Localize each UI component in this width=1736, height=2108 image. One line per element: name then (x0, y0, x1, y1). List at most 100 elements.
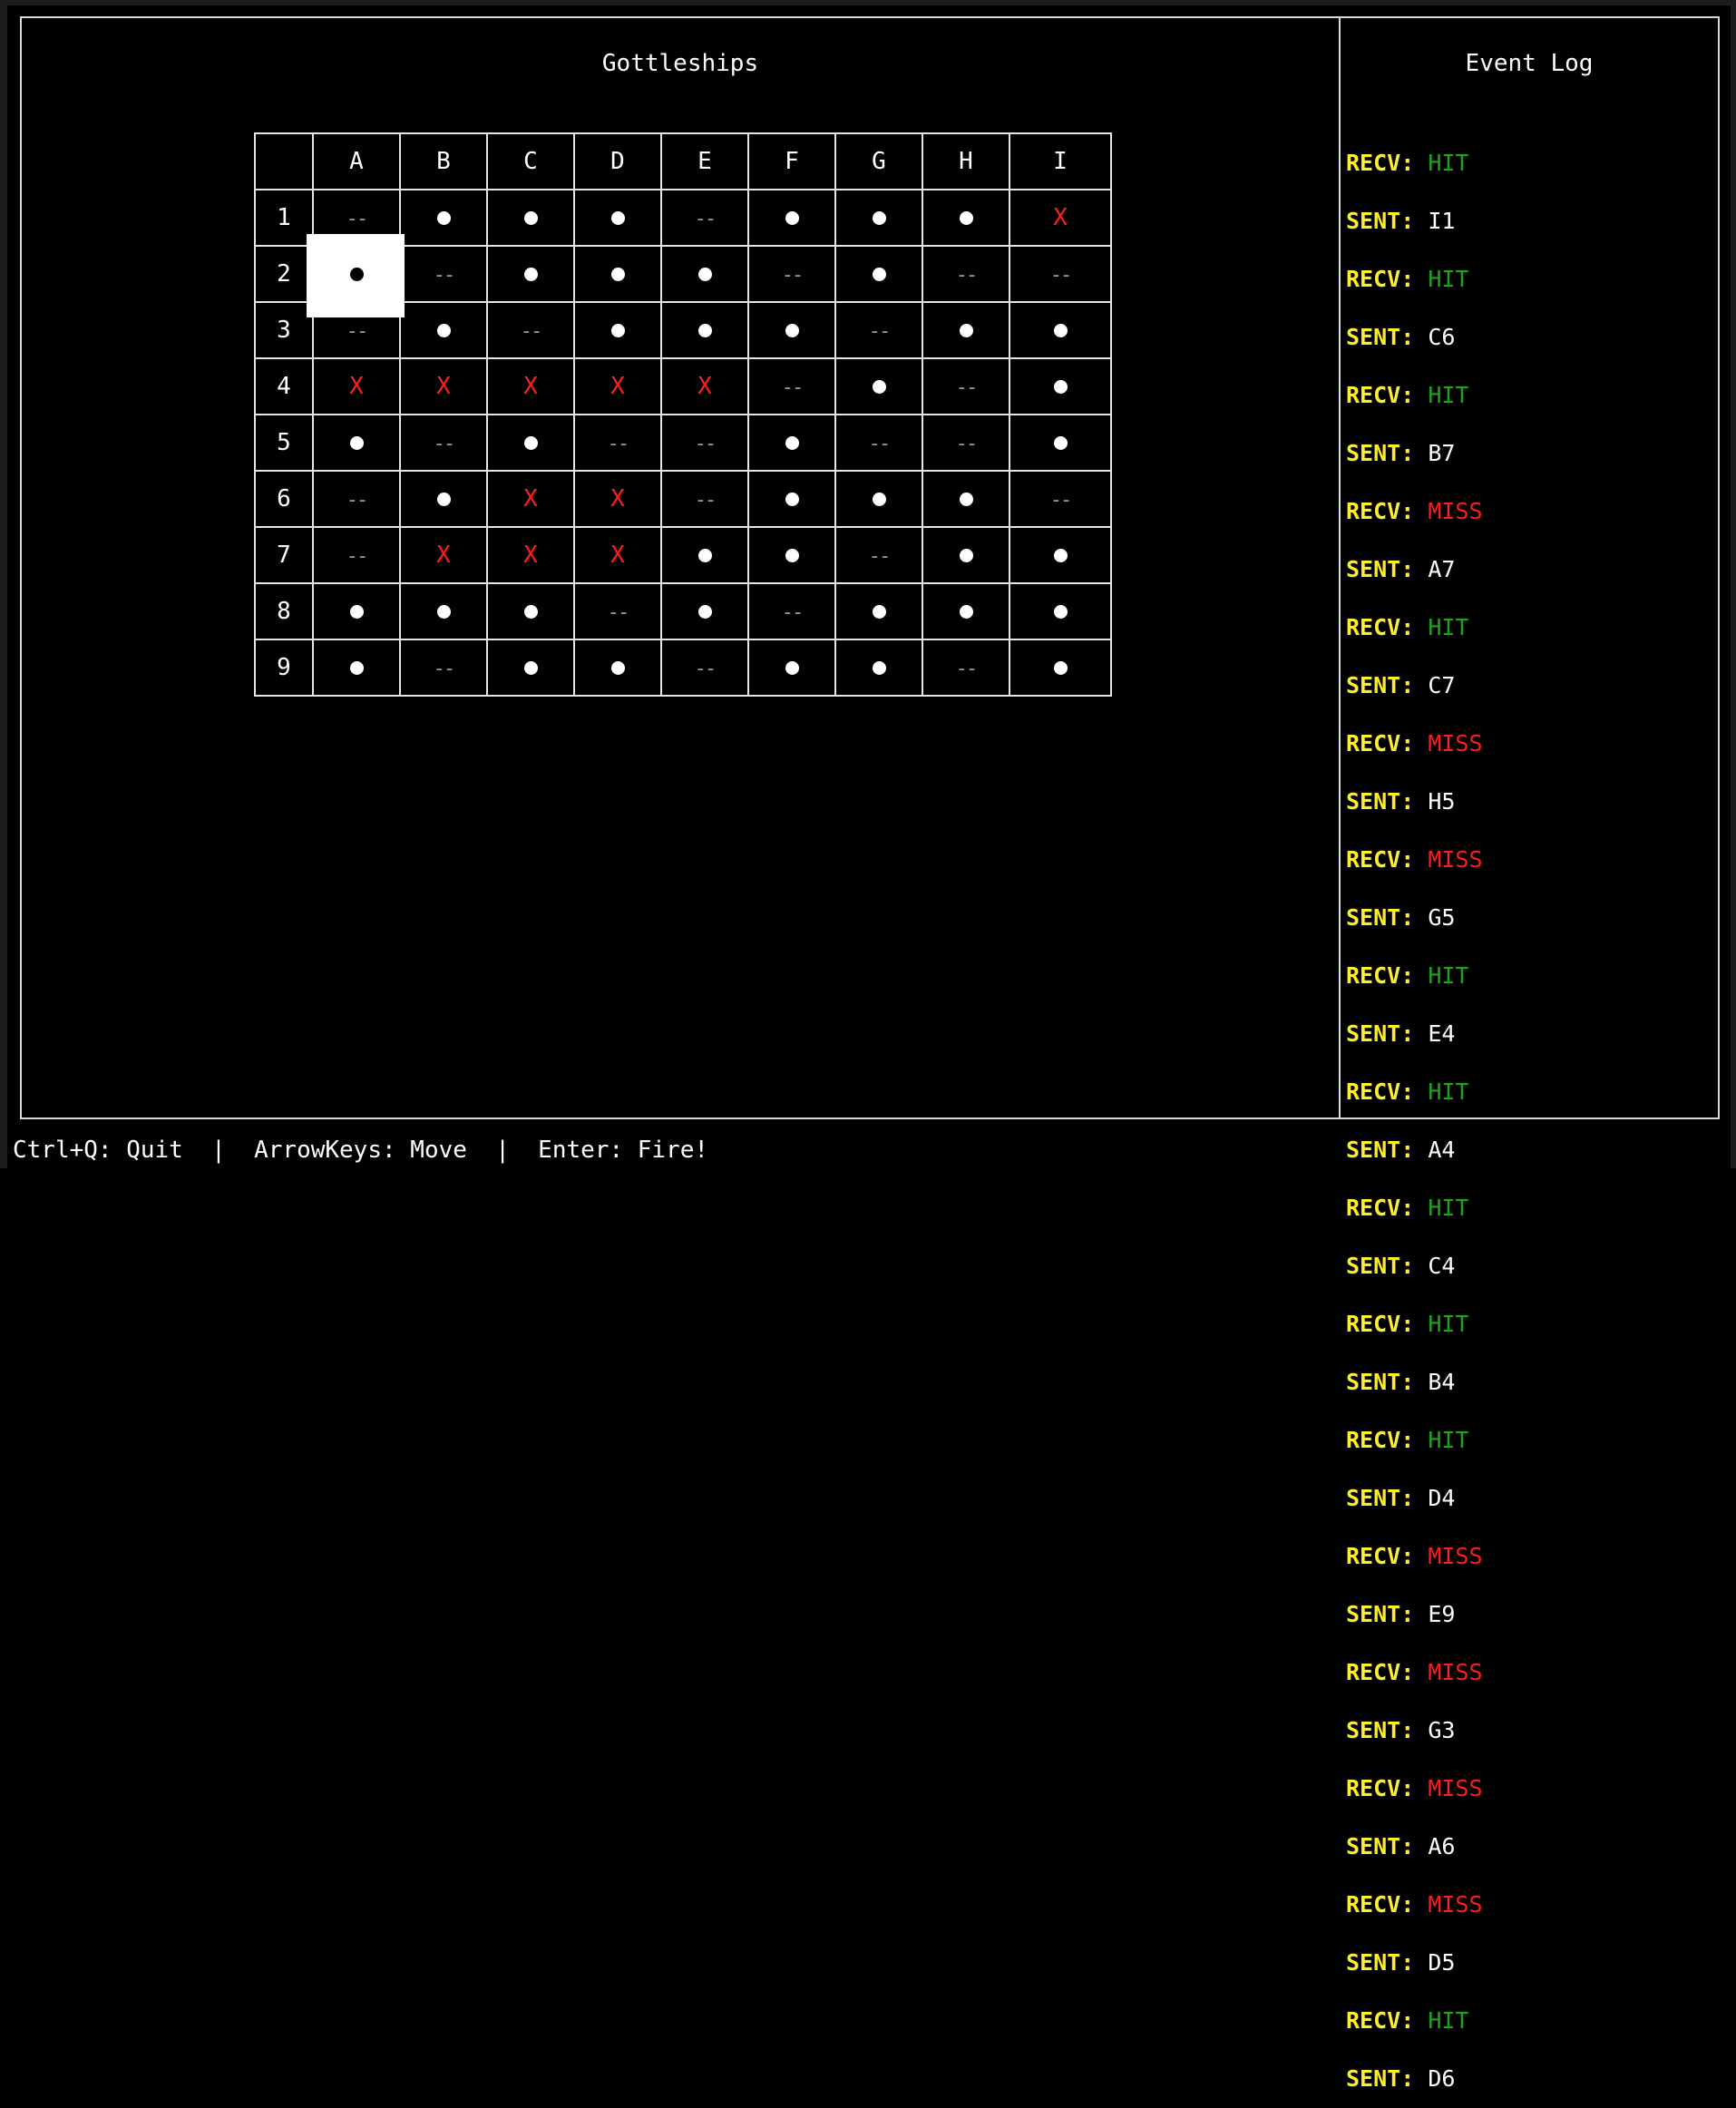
grid-cell-d2[interactable] (573, 245, 662, 303)
ship-marker (872, 380, 886, 394)
grid-cell-b9[interactable]: -- (399, 639, 488, 697)
grid-cell-b7[interactable]: X (399, 526, 488, 584)
event-log-entry: RECV: MISS (1346, 483, 1718, 541)
grid-cell-c8[interactable] (486, 582, 575, 640)
grid-cell-g1[interactable] (834, 189, 923, 247)
grid-cell-d8[interactable]: -- (573, 582, 662, 640)
grid-cell-e1[interactable]: -- (660, 189, 749, 247)
grid-cell-a4[interactable]: X (312, 357, 401, 415)
event-log-entry: SENT: G3 (1346, 1702, 1718, 1760)
grid-cell-i7[interactable] (1009, 526, 1112, 584)
ship-marker (785, 549, 799, 562)
grid-cell-h8[interactable] (922, 582, 1010, 640)
event-kind-label: SENT: (1346, 556, 1415, 582)
event-log-entry: RECV: MISS (1346, 1527, 1718, 1586)
grid-cell-a2[interactable] (307, 235, 405, 318)
grid-cell-g5[interactable]: -- (834, 414, 923, 472)
grid-cell-c6[interactable]: X (486, 470, 575, 528)
grid-cell-i9[interactable] (1009, 639, 1112, 697)
grid-cell-h7[interactable] (922, 526, 1010, 584)
column-header-b: B (399, 132, 488, 190)
grid-cell-h3[interactable] (922, 301, 1010, 359)
grid-cell-h9[interactable]: -- (922, 639, 1010, 697)
grid-cell-c4[interactable]: X (486, 357, 575, 415)
window-frame-right (1731, 0, 1736, 1168)
grid-cell-a5[interactable] (312, 414, 401, 472)
grid-cell-f6[interactable] (747, 470, 836, 528)
grid-cell-g2[interactable] (834, 245, 923, 303)
grid-cell-g7[interactable]: -- (834, 526, 923, 584)
grid-cell-a7[interactable]: -- (312, 526, 401, 584)
grid-cell-i8[interactable] (1009, 582, 1112, 640)
grid-cell-g8[interactable] (834, 582, 923, 640)
grid-cell-a9[interactable] (312, 639, 401, 697)
grid-cell-e6[interactable]: -- (660, 470, 749, 528)
grid-cell-a8[interactable] (312, 582, 401, 640)
column-header-a: A (312, 132, 401, 190)
event-value: D4 (1428, 1485, 1456, 1511)
grid-cell-f4[interactable]: -- (747, 357, 836, 415)
grid-cell-g9[interactable] (834, 639, 923, 697)
event-value: MISS (1428, 846, 1483, 873)
grid-cell-g6[interactable] (834, 470, 923, 528)
grid-cell-f1[interactable] (747, 189, 836, 247)
grid-cell-i6[interactable]: -- (1009, 470, 1112, 528)
grid-cell-i2[interactable]: -- (1009, 245, 1112, 303)
event-kind-label: RECV: (1346, 2007, 1415, 2034)
grid-cell-b3[interactable] (399, 301, 488, 359)
grid-cell-i5[interactable] (1009, 414, 1112, 472)
water-marker: -- (868, 433, 891, 455)
grid-cell-f8[interactable]: -- (747, 582, 836, 640)
grid-cell-e5[interactable]: -- (660, 414, 749, 472)
event-kind-label: SENT: (1346, 324, 1415, 350)
grid-cell-f7[interactable] (747, 526, 836, 584)
grid-cell-i4[interactable] (1009, 357, 1112, 415)
grid-cell-e8[interactable] (660, 582, 749, 640)
grid-cell-h1[interactable] (922, 189, 1010, 247)
grid-cell-d6[interactable]: X (573, 470, 662, 528)
grid-cell-d1[interactable] (573, 189, 662, 247)
grid-cell-b2[interactable]: -- (399, 245, 488, 303)
grid-cell-d9[interactable] (573, 639, 662, 697)
grid-cell-c5[interactable] (486, 414, 575, 472)
event-value: C7 (1428, 672, 1456, 698)
grid-cell-b5[interactable]: -- (399, 414, 488, 472)
grid-cell-f2[interactable]: -- (747, 245, 836, 303)
grid-cell-d5[interactable]: -- (573, 414, 662, 472)
grid-cell-e2[interactable] (660, 245, 749, 303)
event-log-entry: SENT: G5 (1346, 889, 1718, 947)
grid-cell-d4[interactable]: X (573, 357, 662, 415)
grid-cell-g4[interactable] (834, 357, 923, 415)
grid-cell-e3[interactable] (660, 301, 749, 359)
grid-cell-c9[interactable] (486, 639, 575, 697)
grid-cell-f5[interactable] (747, 414, 836, 472)
grid-cell-b8[interactable] (399, 582, 488, 640)
grid-cell-c1[interactable] (486, 189, 575, 247)
grid-cell-d7[interactable]: X (573, 526, 662, 584)
grid-cell-e4[interactable]: X (660, 357, 749, 415)
grid-cell-b4[interactable]: X (399, 357, 488, 415)
grid-cell-h6[interactable] (922, 470, 1010, 528)
grid-cell-i1[interactable]: X (1009, 189, 1112, 247)
grid-cell-c3[interactable]: -- (486, 301, 575, 359)
grid-cell-a6[interactable]: -- (312, 470, 401, 528)
grid-cell-h4[interactable]: -- (922, 357, 1010, 415)
grid-cell-f3[interactable] (747, 301, 836, 359)
grid-cell-f9[interactable] (747, 639, 836, 697)
water-marker: -- (346, 208, 368, 230)
grid-cell-h5[interactable]: -- (922, 414, 1010, 472)
grid-cell-e7[interactable] (660, 526, 749, 584)
grid-cell-c7[interactable]: X (486, 526, 575, 584)
grid-cell-b1[interactable] (399, 189, 488, 247)
grid-cell-b6[interactable] (399, 470, 488, 528)
grid-cell-c2[interactable] (486, 245, 575, 303)
water-marker: -- (694, 489, 717, 512)
event-value: H5 (1428, 788, 1456, 815)
event-value: MISS (1428, 730, 1483, 756)
event-kind-label: RECV: (1346, 962, 1415, 989)
grid-cell-g3[interactable]: -- (834, 301, 923, 359)
grid-cell-h2[interactable]: -- (922, 245, 1010, 303)
grid-cell-i3[interactable] (1009, 301, 1112, 359)
grid-cell-d3[interactable] (573, 301, 662, 359)
grid-cell-e9[interactable]: -- (660, 639, 749, 697)
